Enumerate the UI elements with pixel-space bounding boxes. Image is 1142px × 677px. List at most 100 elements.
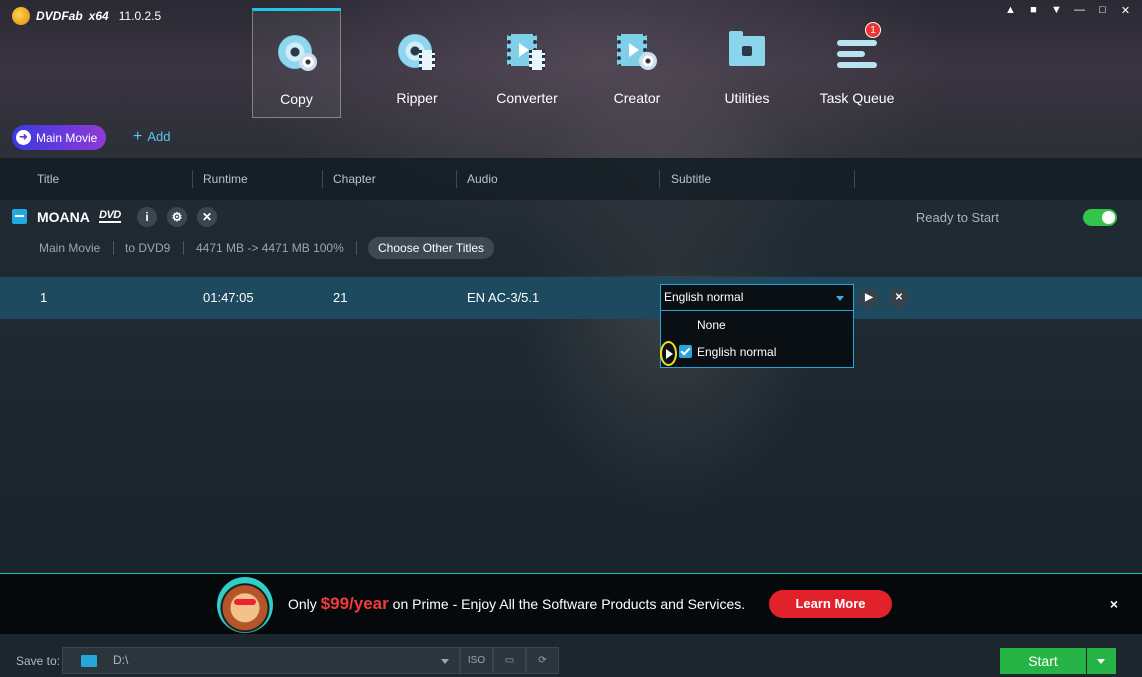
row-title: 1 [40, 290, 48, 305]
module-label: Task Queue [819, 90, 895, 106]
module-label: Ripper [396, 90, 438, 106]
task-queue-icon: 1 [835, 22, 881, 72]
add-label: Add [147, 129, 171, 144]
module-label: Creator [613, 90, 661, 106]
remove-title-button[interactable]: ✕ [889, 288, 909, 308]
column-divider [456, 170, 457, 188]
window-controls: ▲ ■ ▼ — □ ✕ [1004, 4, 1132, 17]
app-logo: DVDFab x64 11.0.2.5 [12, 7, 161, 25]
plus-icon: + [133, 127, 143, 145]
column-audio: Audio [467, 172, 498, 186]
output-target: to DVD9 [125, 241, 171, 255]
module-creator[interactable]: Creator [582, 8, 692, 118]
copy-mode: Main Movie [39, 241, 101, 255]
converter-icon [505, 32, 549, 72]
chevron-down-icon [441, 659, 449, 664]
play-preview-button[interactable]: ▶ [859, 288, 879, 308]
task-count-badge: 1 [865, 22, 881, 38]
main-movie-label: Main Movie [36, 130, 98, 145]
module-utilities[interactable]: Utilities [692, 8, 802, 118]
app-version: 11.0.2.5 [118, 9, 162, 23]
promo-banner: Only $99/year on Prime - Enjoy All the S… [0, 573, 1142, 634]
save-path-field[interactable]: D:\ [62, 647, 460, 674]
app-arch: x64 [88, 9, 109, 23]
meta-divider [183, 241, 184, 255]
status-text: Ready to Start [915, 210, 999, 225]
minimize-icon[interactable]: — [1073, 4, 1086, 17]
subtitle-option-english-normal[interactable]: English normal [697, 345, 776, 359]
start-button[interactable]: Start [1000, 648, 1086, 674]
module-ripper[interactable]: Ripper [362, 8, 472, 118]
promo-prefix: Only [288, 596, 321, 612]
menu-icon[interactable]: ▼ [1050, 4, 1063, 17]
meta-divider [356, 241, 357, 255]
info-button[interactable]: i [137, 207, 157, 227]
iso-icon[interactable]: ISO [460, 647, 493, 674]
close-icon[interactable]: ✕ [1119, 4, 1132, 17]
maximize-icon[interactable]: □ [1096, 4, 1109, 17]
utilities-icon [725, 31, 769, 72]
module-converter[interactable]: Converter [472, 8, 582, 118]
movie-title: MOANA [37, 209, 90, 225]
save-path-value: D:\ [113, 653, 129, 667]
top-bar: DVDFab x64 11.0.2.5 ▲ ■ ▼ — □ ✕ Copy Rip… [0, 0, 1142, 158]
size-info: 4471 MB -> 4471 MB 100% [196, 241, 344, 255]
module-label: Copy [280, 91, 313, 107]
copy-disc-icon [275, 33, 319, 73]
column-divider [659, 170, 660, 188]
row-runtime: 01:47:05 [203, 290, 254, 305]
module-copy[interactable]: Copy [252, 8, 341, 118]
promo-price: $99/year [320, 594, 389, 613]
subtitle-preview-play-icon[interactable] [660, 341, 677, 366]
learn-more-button[interactable]: Learn More [769, 590, 892, 618]
column-subtitle: Subtitle [671, 172, 712, 186]
table-row[interactable]: 1 01:47:05 21 EN AC-3/5.1 [0, 277, 1142, 319]
row-audio[interactable]: EN AC-3/5.1 [467, 277, 539, 319]
checkbox-checked[interactable] [679, 345, 692, 358]
module-task-queue[interactable]: 1 Task Queue [802, 8, 912, 118]
column-divider [854, 170, 855, 188]
promo-text: Only $99/year on Prime - Enjoy All the S… [288, 594, 745, 614]
add-button[interactable]: + Add [133, 127, 171, 145]
promo-suffix: on Prime - Enjoy All the Software Produc… [388, 596, 746, 612]
pin-icon[interactable]: ▲ [1004, 4, 1017, 17]
movie-header: MOANA DVD i ⚙ ✕ Ready to Start Main Movi… [0, 200, 1142, 276]
column-header: Title Runtime Chapter Audio Subtitle [0, 158, 1142, 200]
subtitle-select[interactable]: English normal [660, 284, 854, 311]
browse-folder-icon[interactable]: ▭ [493, 647, 526, 674]
creator-icon [615, 32, 659, 72]
collapse-toggle[interactable] [12, 209, 27, 224]
plugin-settings-button[interactable]: ⚙ [167, 207, 187, 227]
subtitle-dropdown: None English normal [660, 311, 854, 368]
ripper-icon [395, 32, 439, 72]
disc-type-logo: DVD [99, 209, 121, 223]
module-label: Utilities [724, 90, 770, 106]
column-title: Title [37, 172, 60, 186]
subtitle-option-none[interactable]: None [697, 318, 726, 332]
column-runtime: Runtime [203, 172, 248, 186]
arrow-right-icon: ➜ [16, 130, 31, 145]
app-brand: DVDFab [36, 9, 83, 23]
subtitle-selected-value: English normal [664, 290, 744, 304]
dvdfab-logo-icon [12, 7, 30, 25]
remove-movie-button[interactable]: ✕ [197, 207, 217, 227]
skin-icon[interactable]: ■ [1027, 4, 1040, 17]
mascot-icon [217, 577, 273, 633]
meta-divider [113, 241, 114, 255]
main-movie-button[interactable]: ➜ Main Movie [12, 125, 107, 150]
module-label: Converter [496, 90, 558, 106]
bottom-bar: Save to: D:\ ISO ▭ ⟳ Start [0, 634, 1142, 677]
module-bar: Copy Ripper Converter Creator Utilities [252, 8, 912, 118]
row-chapter: 21 [333, 290, 348, 305]
folder-icon [81, 655, 97, 667]
refresh-icon[interactable]: ⟳ [526, 647, 559, 674]
promo-close-icon[interactable]: × [1110, 596, 1118, 612]
start-options-dropdown[interactable] [1087, 648, 1116, 674]
column-chapter: Chapter [333, 172, 376, 186]
column-divider [322, 170, 323, 188]
chevron-down-icon [836, 296, 844, 301]
enable-toggle[interactable] [1083, 209, 1117, 226]
save-to-label: Save to: [16, 654, 61, 668]
choose-other-titles-button[interactable]: Choose Other Titles [368, 237, 495, 259]
column-divider [192, 170, 193, 188]
